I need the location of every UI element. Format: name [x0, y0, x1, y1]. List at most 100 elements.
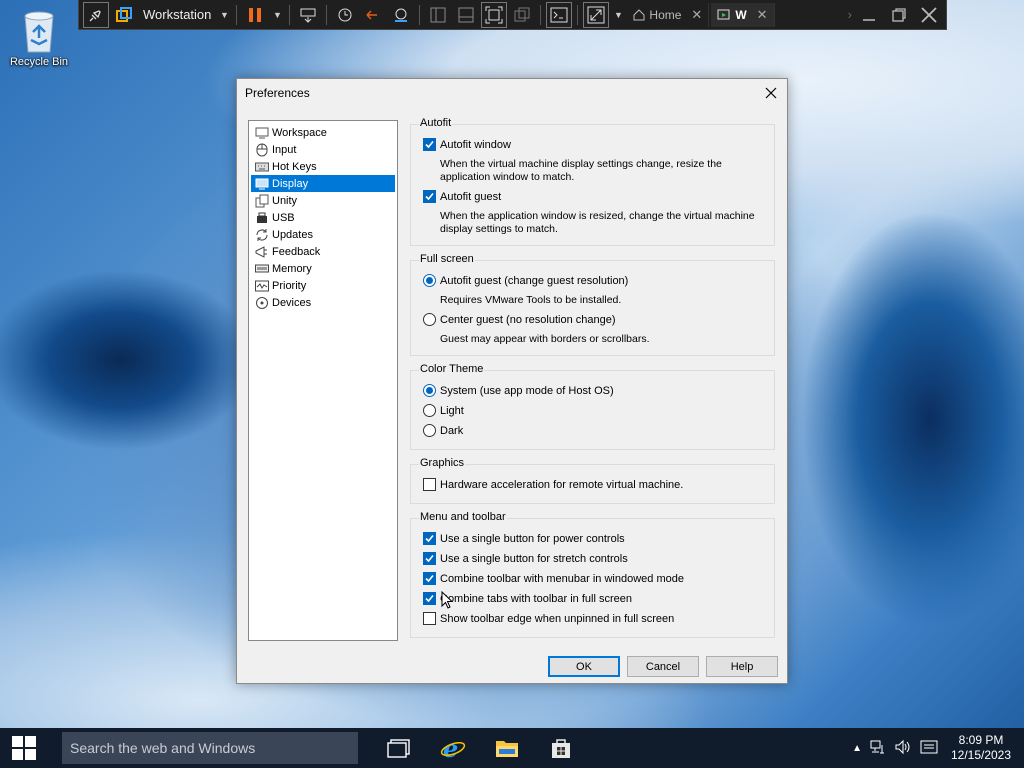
tab-home[interactable]: Home ✕: [627, 2, 710, 27]
category-item-usb[interactable]: USB: [251, 209, 395, 226]
toolbar-divider: [326, 4, 328, 25]
console-view-button[interactable]: [546, 1, 573, 28]
category-item-unity[interactable]: Unity: [251, 192, 395, 209]
theme-system-radio[interactable]: System (use app mode of Host OS): [423, 384, 614, 397]
checkbox-box[interactable]: [423, 478, 436, 491]
category-item-updates[interactable]: Updates: [251, 226, 395, 243]
exit-full-screen-button[interactable]: [916, 2, 942, 28]
taskbar-file-explorer-button[interactable]: [480, 728, 534, 768]
show-toolbar-edge-checkbox[interactable]: Show toolbar edge when unpinned in full …: [423, 612, 674, 625]
stretch-button[interactable]: [583, 1, 610, 28]
dialog-close-button[interactable]: [761, 83, 781, 103]
hardware-acceleration-label: Hardware acceleration for remote virtual…: [440, 478, 684, 491]
ok-button[interactable]: OK: [548, 656, 620, 677]
recycle-bin-icon: [19, 6, 59, 54]
workstation-logo-icon: [111, 2, 137, 28]
restore-button[interactable]: [886, 2, 912, 28]
single-power-button-checkbox[interactable]: Use a single button for power controls: [423, 532, 625, 545]
library-icon: [430, 7, 446, 22]
help-button[interactable]: Help: [706, 656, 778, 677]
category-label: Unity: [272, 194, 298, 207]
theme-dark-radio[interactable]: Dark: [423, 424, 463, 437]
autofit-guest-checkbox[interactable]: Autofit guest: [423, 190, 501, 203]
category-label: Feedback: [272, 245, 321, 258]
task-view-icon: [387, 739, 410, 758]
category-item-hot-keys[interactable]: Hot Keys: [251, 158, 395, 175]
taskbar-edge-browser-button[interactable]: e: [426, 728, 480, 768]
snapshot-manager-button[interactable]: [388, 2, 414, 28]
snapshot-button[interactable]: [332, 2, 358, 28]
taskbar-task-view-button[interactable]: [372, 728, 426, 768]
workspace-icon: [255, 127, 269, 138]
taskbar-store-button[interactable]: [534, 728, 588, 768]
full-screen-button[interactable]: [481, 1, 508, 28]
pause-button[interactable]: [242, 2, 268, 28]
category-item-devices[interactable]: Devices: [251, 294, 395, 311]
folder-icon: [496, 741, 518, 757]
close-tab-vm-button[interactable]: ✕: [757, 7, 768, 23]
category-item-workspace[interactable]: Workspace: [251, 124, 395, 141]
taskbar-search-input[interactable]: Search the web and Windows: [62, 732, 358, 764]
close-tab-home-button[interactable]: ✕: [691, 7, 702, 23]
checkbox-box[interactable]: [423, 190, 436, 203]
stretch-dropdown[interactable]: ▼: [611, 10, 625, 20]
monitor-icon: [255, 178, 269, 189]
thumbnail-icon: [458, 7, 474, 22]
fullscreen-center-radio[interactable]: Center guest (no resolution change): [423, 313, 616, 326]
checkbox-box[interactable]: [423, 572, 436, 585]
fullscreen-autofit-radio[interactable]: Autofit guest (change guest resolution): [423, 274, 628, 287]
show-hidden-icons-button[interactable]: ▲: [852, 743, 862, 754]
show-library-button[interactable]: [425, 2, 451, 28]
radio-circle[interactable]: [423, 424, 436, 437]
hardware-acceleration-checkbox[interactable]: Hardware acceleration for remote virtual…: [423, 478, 683, 491]
category-item-feedback[interactable]: Feedback: [251, 243, 395, 260]
autofit-window-checkbox[interactable]: Autofit window: [423, 138, 511, 151]
checkbox-box[interactable]: [423, 592, 436, 605]
vm-tab-icon: [717, 9, 730, 19]
category-item-input[interactable]: Input: [251, 141, 395, 158]
combine-toolbar-menubar-checkbox[interactable]: Combine toolbar with menubar in windowed…: [423, 572, 684, 585]
checkbox-box[interactable]: [423, 138, 436, 151]
single-stretch-button-checkbox[interactable]: Use a single button for stretch controls: [423, 552, 628, 565]
radio-circle[interactable]: [423, 404, 436, 417]
ime-icon[interactable]: [920, 739, 938, 758]
category-item-priority[interactable]: Priority: [251, 277, 395, 294]
thumbnail-bar-button[interactable]: [453, 2, 479, 28]
pause-icon: [249, 7, 262, 22]
power-dropdown[interactable]: ▼: [270, 10, 284, 20]
theme-light-radio[interactable]: Light: [423, 404, 464, 417]
check-icon: [425, 140, 434, 149]
checkbox-box[interactable]: [423, 532, 436, 545]
minimize-button[interactable]: [856, 2, 882, 28]
app-title: Workstation: [143, 7, 212, 22]
radio-circle[interactable]: [423, 384, 436, 397]
recycle-bin-shortcut[interactable]: Recycle Bin: [6, 6, 72, 68]
unity-button[interactable]: [509, 2, 535, 28]
send-ctrl-alt-del-button[interactable]: [295, 2, 321, 28]
category-item-display[interactable]: Display: [251, 175, 395, 192]
combine-toolbar-menubar-label: Combine toolbar with menubar in windowed…: [440, 572, 684, 585]
tab-vm[interactable]: W ✕: [711, 2, 775, 27]
revert-snapshot-button[interactable]: [360, 2, 386, 28]
restore-icon: [892, 7, 906, 22]
cancel-button[interactable]: Cancel: [627, 656, 699, 677]
stretch-icon: [587, 6, 605, 23]
taskbar-clock[interactable]: 8:09 PM 12/15/2023: [946, 733, 1016, 763]
radio-circle[interactable]: [423, 274, 436, 287]
pin-button[interactable]: [83, 1, 109, 28]
autofit-guest-label: Autofit guest: [440, 190, 502, 203]
checkbox-box[interactable]: [423, 552, 436, 565]
snapshot-icon: [338, 8, 352, 21]
start-button[interactable]: [0, 728, 48, 768]
app-menu-dropdown[interactable]: ▼: [217, 10, 231, 20]
unity-mode-icon: [514, 7, 530, 21]
graphics-group-title: Graphics: [419, 457, 466, 469]
check-icon: [425, 554, 434, 563]
checkbox-box[interactable]: [423, 612, 436, 625]
scroll-tabs-right-button[interactable]: ›: [848, 7, 852, 22]
category-item-memory[interactable]: Memory: [251, 260, 395, 277]
radio-circle[interactable]: [423, 313, 436, 326]
combine-tabs-toolbar-checkbox[interactable]: Combine tabs with toolbar in full screen: [423, 592, 632, 605]
network-icon[interactable]: [870, 739, 886, 758]
volume-icon[interactable]: [894, 739, 912, 758]
